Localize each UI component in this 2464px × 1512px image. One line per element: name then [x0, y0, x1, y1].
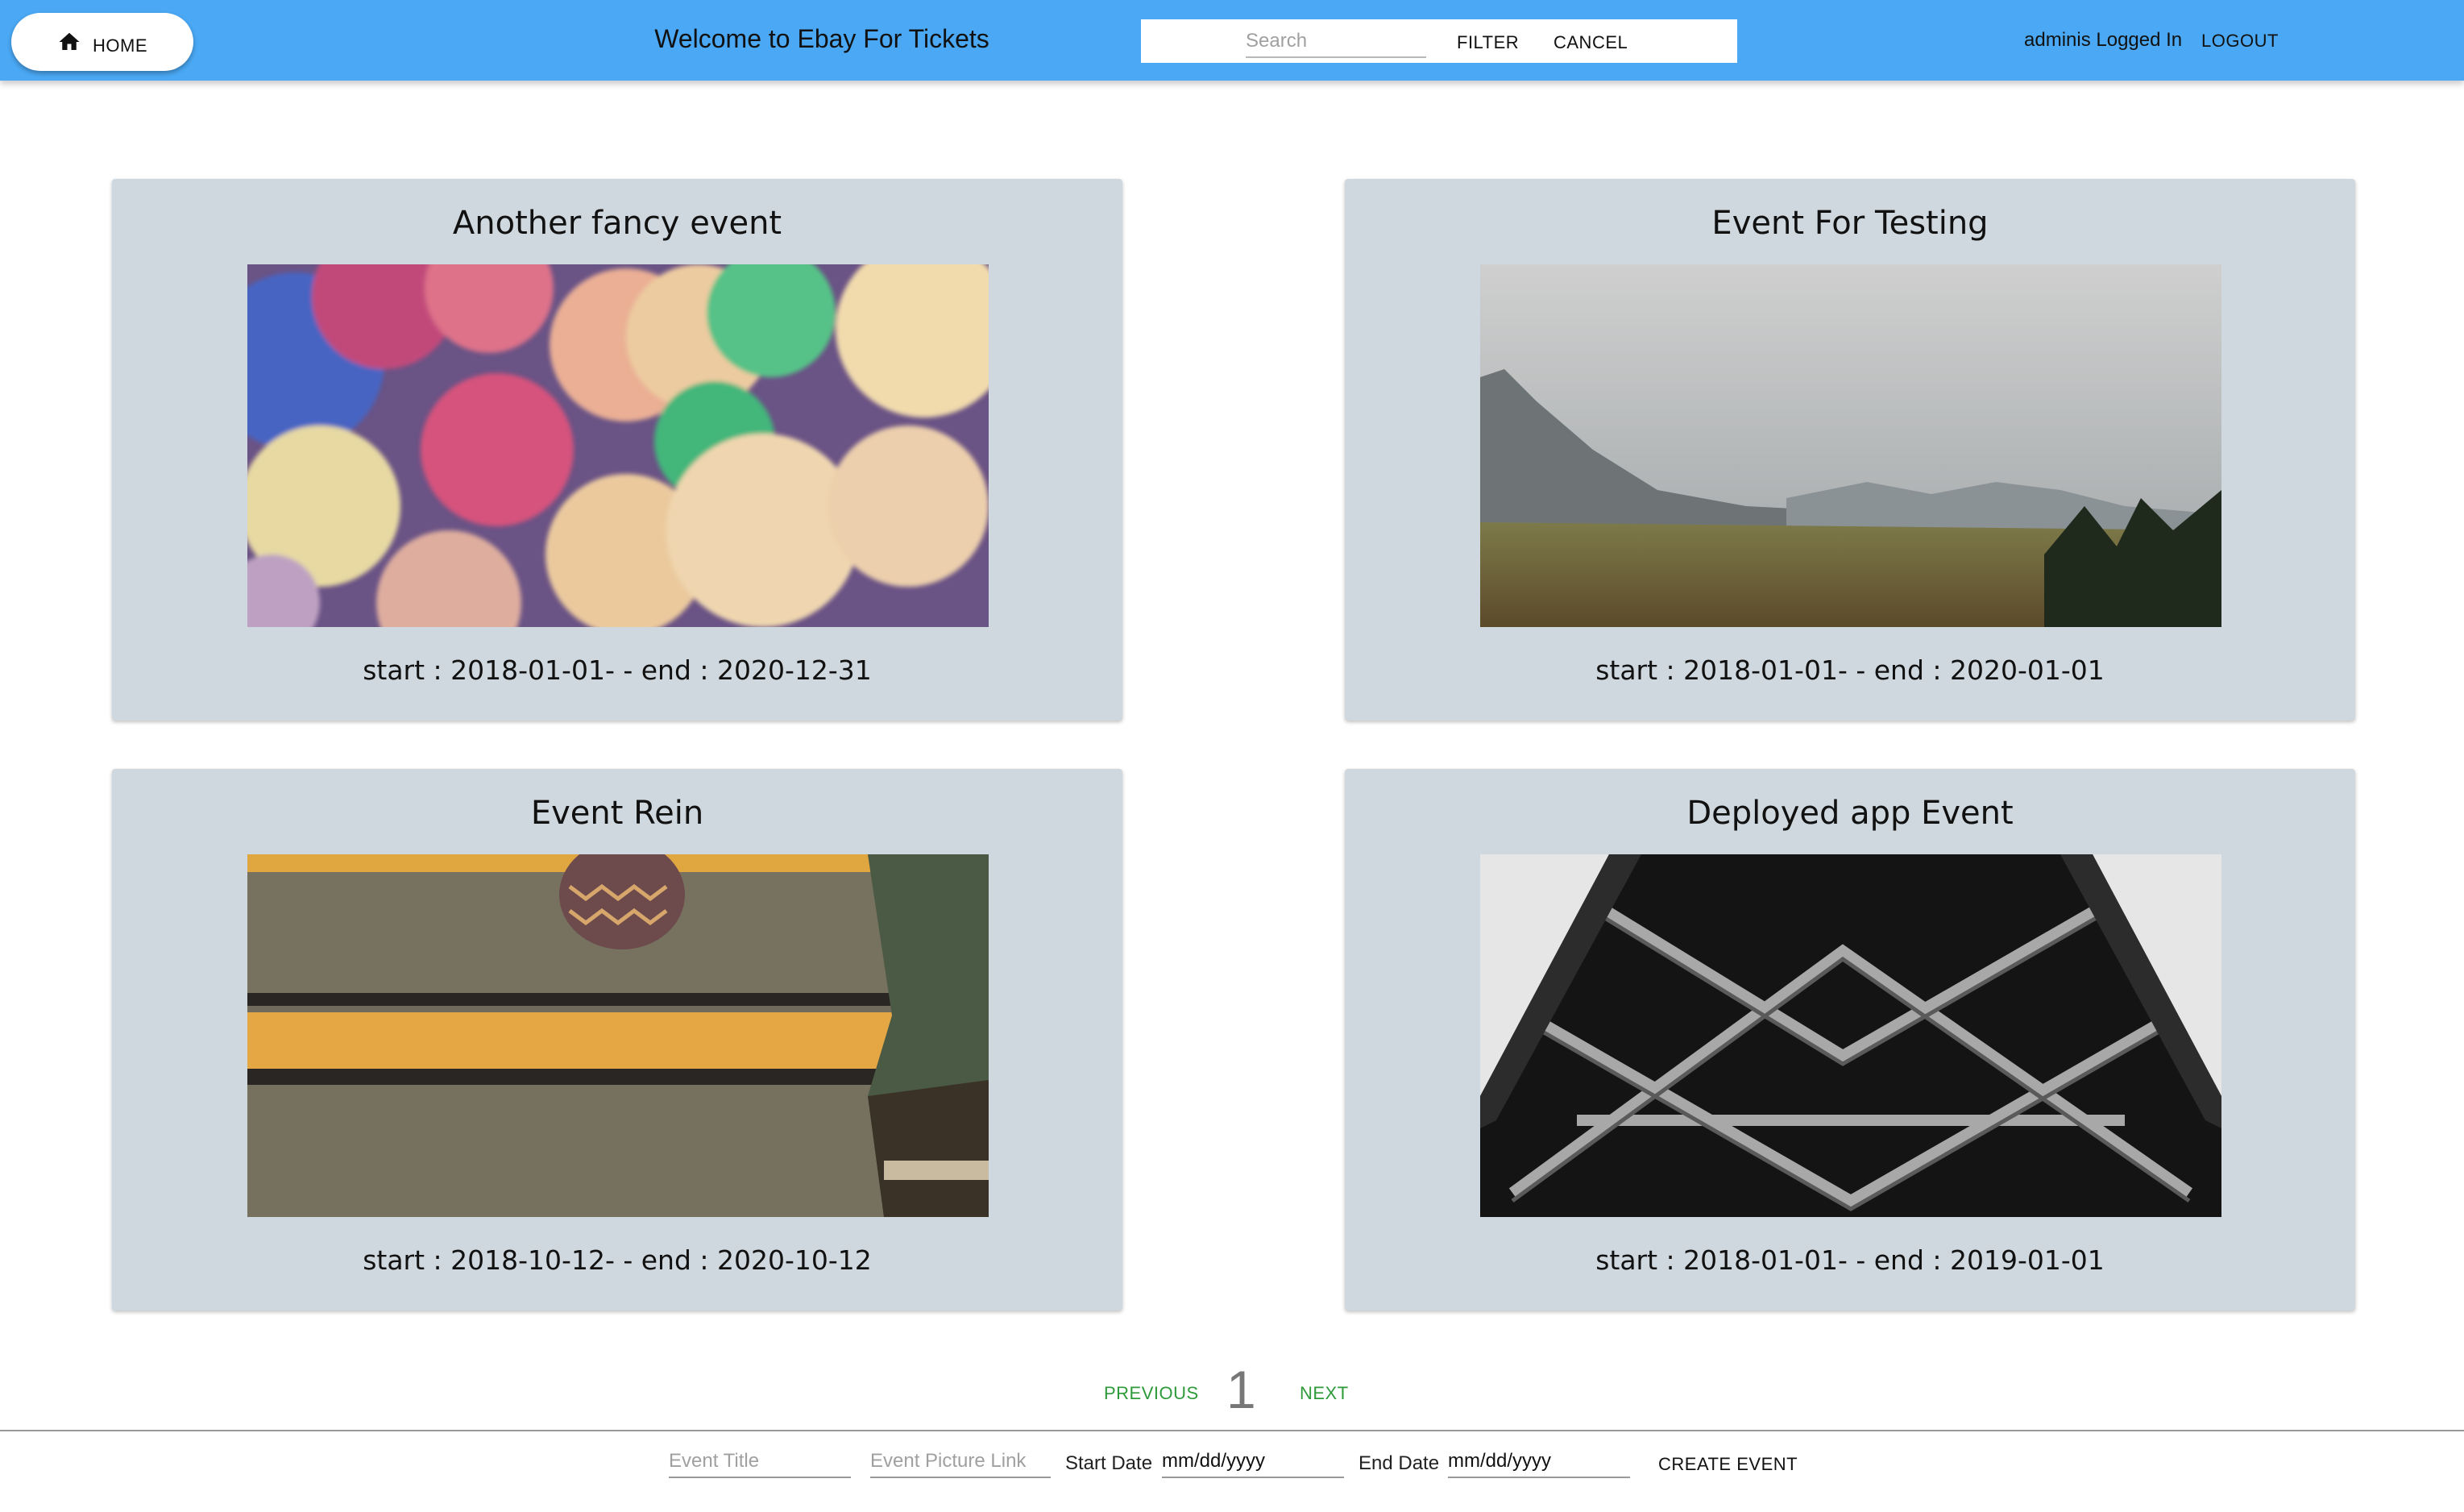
home-button[interactable]: HOME: [11, 13, 193, 71]
event-title: Deployed app Event: [1686, 795, 2014, 832]
event-title: Event Rein: [530, 795, 704, 832]
search-input[interactable]: [1246, 26, 1426, 58]
event-title: Event For Testing: [1711, 205, 1989, 242]
event-image-tower: [1480, 854, 2221, 1217]
user-status: adminis Logged In: [2024, 29, 2183, 51]
event-card[interactable]: Event For Testing start : 2018-01-01- - …: [1345, 179, 2355, 721]
end-date-label: End Date: [1359, 1452, 1440, 1474]
event-image-stairs: [247, 854, 989, 1217]
event-card[interactable]: Another fancy event start: 2018-01-01- …: [112, 179, 1122, 721]
event-picture-link-input[interactable]: [870, 1446, 1051, 1478]
current-page-number: 1: [1226, 1360, 1256, 1419]
start-date-label: Start Date: [1065, 1452, 1153, 1474]
create-event-button[interactable]: CREATE EVENT: [1658, 1454, 1798, 1475]
event-dates: start : 2018-01-01- - end : 2020-01-01: [1595, 654, 2105, 686]
event-card[interactable]: Event Rein start : 2018-10-12- - end : 2…: [112, 769, 1122, 1311]
event-title-input[interactable]: [669, 1446, 851, 1478]
filter-button[interactable]: FILTER: [1457, 32, 1519, 53]
top-app-bar: HOME Welcome to Ebay For Tickets FILTER …: [0, 0, 2464, 81]
next-page-button[interactable]: NEXT: [1300, 1383, 1349, 1404]
event-image-mountain: [1480, 264, 2221, 627]
event-image-bokeh: [247, 264, 989, 627]
event-card[interactable]: Deployed app Event start : 2018-01-01- -…: [1345, 769, 2355, 1311]
home-icon: [59, 32, 80, 50]
previous-page-button[interactable]: PREVIOUS: [1104, 1383, 1199, 1404]
event-dates: start : 2018-10-12- - end : 2020-10-12: [363, 1244, 872, 1276]
footer-divider: [0, 1430, 2464, 1431]
home-button-label: HOME: [93, 35, 147, 56]
cancel-button[interactable]: CANCEL: [1553, 32, 1628, 53]
page-title: Welcome to Ebay For Tickets: [654, 24, 989, 53]
event-title: Another fancy event: [452, 205, 782, 242]
event-dates: start : 2018-01-01- - end : 2020-12-31: [363, 654, 872, 686]
logout-button[interactable]: LOGOUT: [2201, 31, 2279, 52]
start-date-input[interactable]: [1162, 1446, 1344, 1478]
end-date-input[interactable]: [1448, 1446, 1630, 1478]
event-dates: start : 2018-01-01- - end : 2019-01-01: [1595, 1244, 2105, 1276]
search-bar: FILTER CANCEL: [1141, 19, 1737, 63]
